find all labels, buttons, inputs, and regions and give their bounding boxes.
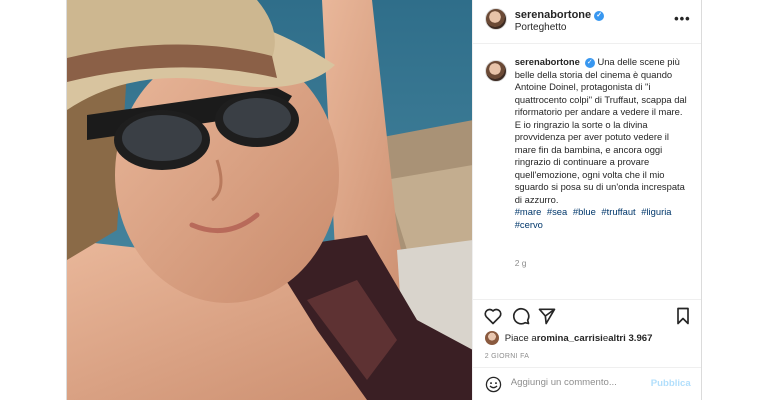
author-username[interactable]: serenabortone ✓ <box>515 9 605 21</box>
caption-avatar[interactable] <box>484 60 507 82</box>
selfie-illustration <box>67 0 472 400</box>
comment-icon[interactable] <box>511 306 531 326</box>
likes-count[interactable]: altri 3.967 <box>608 333 652 344</box>
post-sidebar: serenabortone ✓ Porteghetto ••• serenabor… <box>471 0 701 400</box>
likes-prefix: Piace a <box>504 332 537 344</box>
liker-avatar[interactable] <box>484 331 499 345</box>
action-bar: Piace a romina_carrisi e altri 3.967 2 G… <box>472 299 701 367</box>
hashtags: #mare #sea #blue #truffaut #liguria #cer… <box>515 206 691 231</box>
share-icon[interactable] <box>537 306 557 326</box>
instagram-post: serenabortone ✓ Porteghetto ••• serenabor… <box>66 0 702 400</box>
avatar[interactable] <box>484 8 507 30</box>
hashtag-link[interactable]: #blue <box>573 206 596 217</box>
posted-ago[interactable]: 2 GIORNI FA <box>485 353 530 360</box>
likes-summary: Piace a romina_carrisi e altri 3.967 <box>484 331 652 345</box>
heart-icon[interactable] <box>483 306 503 326</box>
author-username-text[interactable]: serenabortone <box>515 9 591 21</box>
location-link[interactable]: Porteghetto <box>515 22 567 33</box>
bookmark-icon[interactable] <box>673 306 693 326</box>
liker-username[interactable]: romina_carrisi <box>537 333 603 344</box>
comment-input[interactable] <box>510 377 641 388</box>
verified-icon: ✓ <box>584 58 595 68</box>
post-caption: serenabortone ✓ Una delle scene più belle… <box>473 44 701 299</box>
post-header: serenabortone ✓ Porteghetto ••• <box>472 0 701 44</box>
hashtag-link[interactable]: #sea <box>547 206 567 217</box>
verified-icon: ✓ <box>594 11 605 21</box>
comment-bar: Pubblica <box>472 367 701 400</box>
hashtag-link[interactable]: #truffaut <box>601 206 635 217</box>
caption-timestamp[interactable]: 2 g <box>515 258 527 268</box>
post-photo[interactable] <box>67 0 472 400</box>
emoji-icon[interactable] <box>485 376 502 393</box>
caption-username[interactable]: serenabortone <box>515 56 580 67</box>
hashtag-link[interactable]: #mare <box>515 206 542 217</box>
caption-body: Una delle scene più belle della storia d… <box>514 56 687 205</box>
publish-button[interactable]: Pubblica <box>651 378 691 389</box>
caption-text: serenabortone ✓ Una delle scene più belle… <box>515 56 691 206</box>
more-icon[interactable]: ••• <box>674 11 691 26</box>
hashtag-link[interactable]: #liguria <box>641 206 671 217</box>
hashtag-link[interactable]: #cervo <box>515 219 543 230</box>
